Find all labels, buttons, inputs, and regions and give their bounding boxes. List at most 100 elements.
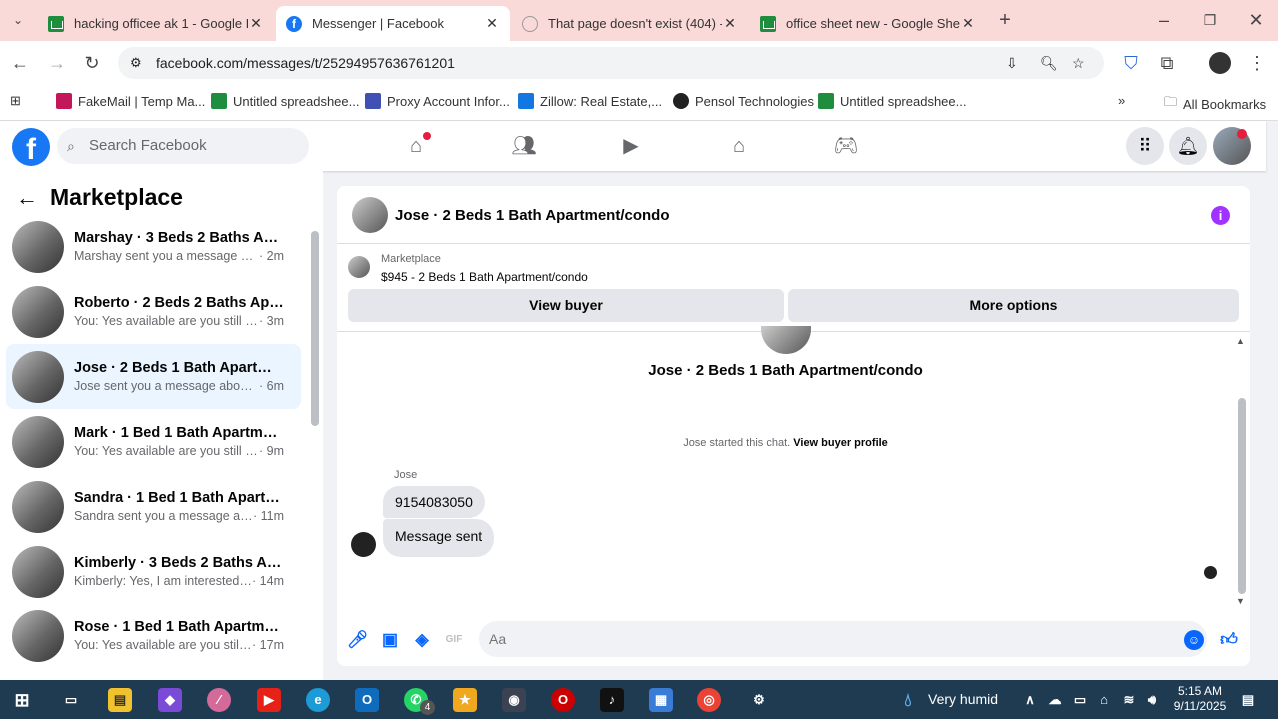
- store-icon[interactable]: ▦: [649, 688, 673, 712]
- bookmark-proxy[interactable]: Proxy Account Infor...: [365, 93, 510, 109]
- facebook-logo[interactable]: f: [12, 128, 50, 166]
- message-input[interactable]: [479, 621, 1207, 657]
- wifi-icon[interactable]: ≋: [1117, 688, 1141, 712]
- bookmark-fakemail[interactable]: FakeMail | Temp Ma...: [56, 93, 205, 109]
- emoji-icon[interactable]: ☺: [1184, 630, 1204, 650]
- onedrive-icon[interactable]: ☁: [1043, 688, 1067, 712]
- edge-icon[interactable]: e: [306, 688, 330, 712]
- zoom-icon[interactable]: 🔍︎: [1040, 47, 1058, 79]
- bookmark-spreadsheet-2[interactable]: Untitled spreadshee...: [818, 93, 966, 109]
- more-options-button[interactable]: More options: [788, 289, 1239, 322]
- conversation-marshay[interactable]: Marshay · 3 Beds 2 Baths Apart... Marshay…: [6, 214, 301, 279]
- chat-scrollbar[interactable]: [1238, 398, 1246, 594]
- close-tab-icon[interactable]: ✕: [248, 15, 264, 32]
- chat-title[interactable]: Jose · 2 Beds 1 Bath Apartment/condo: [395, 207, 670, 224]
- tab-messenger[interactable]: f Messenger | Facebook ✕: [276, 6, 510, 41]
- gaming-icon[interactable]: 🎮︎: [833, 133, 859, 159]
- back-arrow-icon[interactable]: ←: [16, 185, 38, 211]
- profile-avatar[interactable]: [1209, 52, 1231, 74]
- browser-menu-icon[interactable]: ⋮: [1245, 51, 1269, 75]
- view-buyer-button[interactable]: View buyer: [348, 289, 784, 322]
- system-tray-chevron-icon[interactable]: ∧: [1018, 688, 1042, 712]
- photo-icon[interactable]: ▣: [380, 630, 400, 650]
- all-bookmarks[interactable]: 🗀 All Bookmarks: [1164, 93, 1266, 115]
- conversation-kimberly[interactable]: Kimberly · 3 Beds 2 Baths Apart... Kimber…: [6, 539, 301, 604]
- tab-hacking-officee[interactable]: hacking officee ak 1 - Google D ✕: [38, 6, 274, 41]
- opera-icon[interactable]: O: [551, 688, 575, 712]
- view-buyer-profile-link[interactable]: View buyer profile: [793, 437, 888, 449]
- youtube-icon[interactable]: ▶: [257, 688, 281, 712]
- gif-icon[interactable]: GIF: [444, 630, 464, 650]
- network-icon[interactable]: ⌂: [1092, 688, 1116, 712]
- extensions-icon[interactable]: ⧉: [1155, 51, 1179, 75]
- close-tab-icon[interactable]: ✕: [960, 15, 976, 32]
- browser-tab-bar: ⌄ hacking officee ak 1 - Google D ✕ f Me…: [0, 0, 1278, 41]
- listing-price-title[interactable]: $945 - 2 Beds 1 Bath Apartment/condo: [381, 270, 588, 284]
- bookmark-spreadsheet-1[interactable]: Untitled spreadshee...: [211, 93, 359, 109]
- app-icon[interactable]: ◉: [502, 688, 526, 712]
- back-icon[interactable]: ←: [8, 51, 32, 75]
- sidebar-scrollbar[interactable]: [311, 231, 319, 426]
- conversation-rose[interactable]: Rose · 1 Bed 1 Bath Apartment/c... You: Y…: [6, 603, 301, 668]
- bookmark-zillow[interactable]: Zillow: Real Estate,...: [518, 93, 662, 109]
- battery-icon[interactable]: ▭: [1068, 688, 1092, 712]
- close-tab-icon[interactable]: ✕: [722, 15, 738, 32]
- friends-icon[interactable]: 👥︎: [511, 133, 537, 159]
- scroll-down-arrow-icon[interactable]: ▼: [1236, 596, 1245, 606]
- conversation-roberto[interactable]: Roberto · 2 Beds 2 Baths Apart... You: Ye…: [6, 279, 301, 344]
- start-icon[interactable]: ⊞: [10, 688, 34, 712]
- more-bookmarks-icon[interactable]: »: [1118, 93, 1125, 108]
- medal-icon[interactable]: ★: [453, 688, 477, 712]
- url-bar[interactable]: ⚙ facebook.com/messages/t/25294957636761…: [118, 47, 1104, 79]
- bookmark-pensol[interactable]: Pensol Technologies: [673, 93, 814, 109]
- conversation-mark[interactable]: Mark · 1 Bed 1 Bath Apartment/... You: Ye…: [6, 409, 301, 474]
- volume-icon[interactable]: 🔊︎: [1140, 688, 1164, 712]
- close-window-icon[interactable]: ✕: [1244, 8, 1268, 32]
- watch-icon[interactable]: ▶: [618, 133, 644, 159]
- bookmark-label: Zillow: Real Estate,...: [540, 93, 663, 109]
- outlook-icon[interactable]: O: [355, 688, 379, 712]
- message-bubble[interactable]: 9154083050: [383, 486, 485, 518]
- bookmark-star-icon[interactable]: ☆: [1072, 47, 1085, 79]
- app-icon[interactable]: ∕: [207, 688, 231, 712]
- scroll-up-arrow-icon[interactable]: ▲: [1236, 336, 1245, 346]
- tab-search-icon[interactable]: ⌄: [6, 8, 30, 32]
- apps-grid-icon[interactable]: ⊞: [10, 93, 21, 109]
- tab-office-sheet[interactable]: office sheet new - Google Shee ✕: [750, 6, 986, 41]
- tab-page-not-found[interactable]: That page doesn't exist (404) - ✕: [512, 6, 748, 41]
- notifications-icon[interactable]: ▤: [1236, 688, 1260, 712]
- extension-shield-icon[interactable]: ⛉: [1119, 51, 1143, 75]
- forward-icon[interactable]: →: [45, 51, 69, 75]
- thumbs-up-icon[interactable]: 👍︎: [1219, 630, 1239, 650]
- copilot-icon[interactable]: ◆: [158, 688, 182, 712]
- reload-icon[interactable]: ↻: [80, 51, 104, 75]
- chrome-icon[interactable]: ◎: [697, 688, 721, 712]
- conversation-sandra[interactable]: Sandra · 1 Bed 1 Bath Apartment... Sandra…: [6, 474, 301, 539]
- conversation-jose[interactable]: Jose · 2 Beds 1 Bath Apartment/... Jose s…: [6, 344, 301, 409]
- install-app-icon[interactable]: ⇩: [1006, 47, 1018, 79]
- bookmark-label: FakeMail | Temp Ma...: [78, 93, 206, 109]
- info-icon[interactable]: i: [1211, 206, 1230, 225]
- marketplace-icon[interactable]: ⌂: [726, 133, 752, 159]
- listing-thumbnail: [348, 256, 370, 278]
- file-explorer-icon[interactable]: ▤: [108, 688, 132, 712]
- minimize-icon[interactable]: –: [1152, 8, 1176, 32]
- conversation-preview: Kimberly: Yes, I am interested. M...: [74, 574, 253, 588]
- restore-icon[interactable]: ❐: [1198, 8, 1222, 32]
- menu-grid-icon[interactable]: ⠿: [1126, 127, 1164, 165]
- weather-text[interactable]: Very humid: [928, 691, 998, 707]
- sticker-icon[interactable]: ◈: [412, 630, 432, 650]
- pensol-icon: [673, 93, 689, 109]
- new-tab-icon[interactable]: +: [993, 8, 1017, 32]
- tiktok-icon[interactable]: ♪: [600, 688, 624, 712]
- microphone-icon[interactable]: 🎤︎: [347, 630, 369, 650]
- search-facebook-input[interactable]: ⌕ Search Facebook: [57, 128, 309, 164]
- site-info-icon[interactable]: ⚙: [130, 47, 142, 79]
- settings-gear-icon[interactable]: ⚙: [747, 688, 771, 712]
- notifications-bell-icon[interactable]: 🔔︎: [1169, 127, 1207, 165]
- message-bubble[interactable]: Message sent: [383, 519, 495, 557]
- clock[interactable]: 5:15 AM 9/11/2025: [1165, 684, 1235, 714]
- task-view-icon[interactable]: ▭: [59, 688, 83, 712]
- close-tab-icon[interactable]: ✕: [484, 15, 500, 32]
- chat-avatar[interactable]: [352, 197, 388, 233]
